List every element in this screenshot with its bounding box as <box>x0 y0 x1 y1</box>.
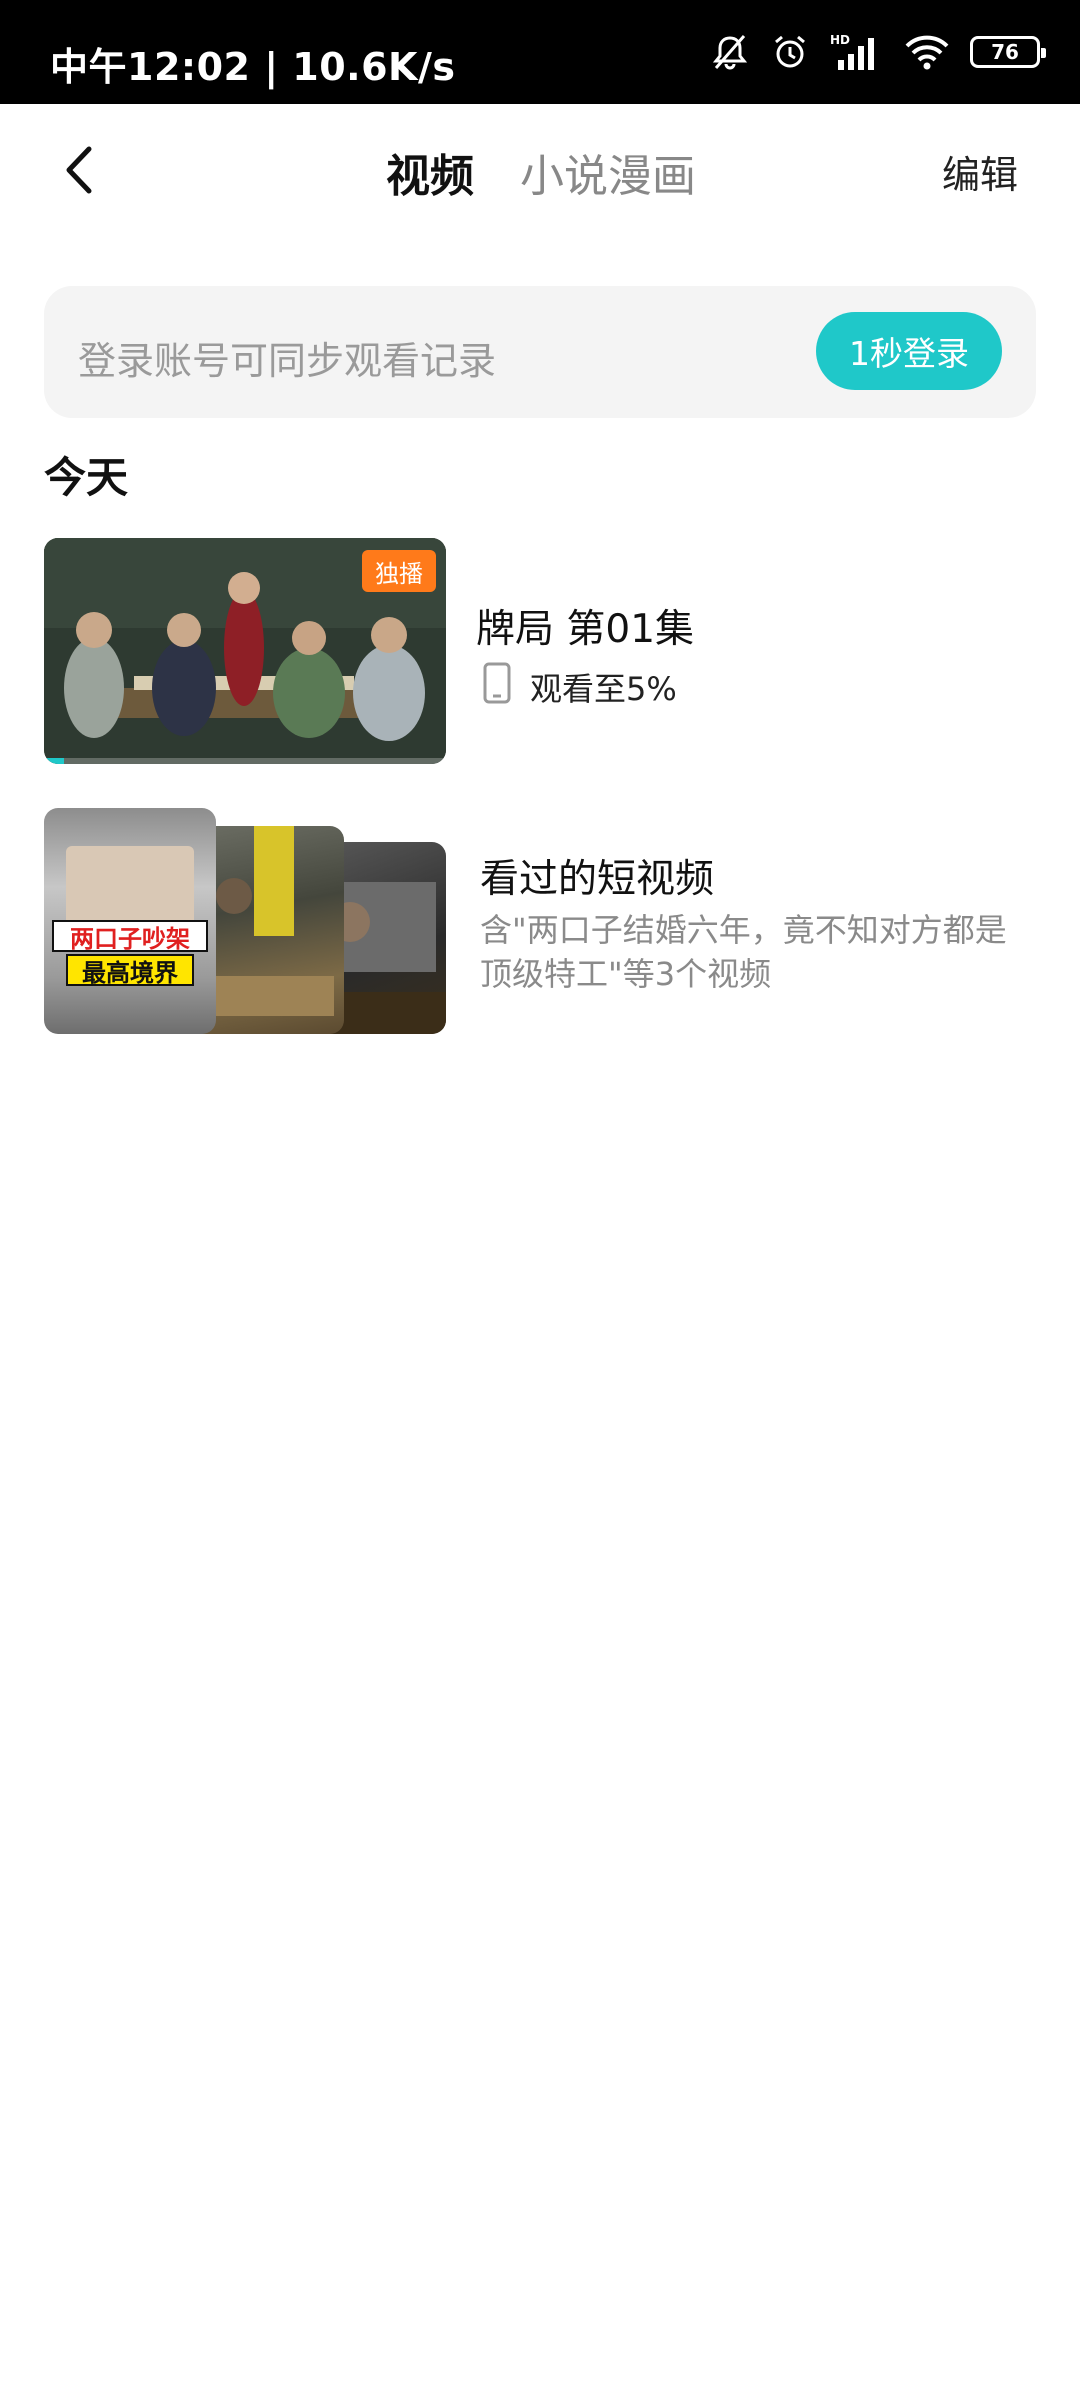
back-arrow-icon <box>66 146 92 194</box>
history-item-short-videos[interactable]: 两口子吵架 最高境界 看过的短视频 含"两口子结婚六年，竟不知对方都是顶级特工"… <box>44 808 1036 1034</box>
status-icons: HD 76 <box>710 26 1046 78</box>
login-prompt-text: 登录账号可同步观看记录 <box>78 339 497 383</box>
section-title-today: 今天 <box>44 453 129 502</box>
tab-video[interactable]: 视频 <box>386 140 474 204</box>
cover-caption-line2: 最高境界 <box>66 954 194 987</box>
svg-text:HD: HD <box>830 33 850 47</box>
cover-caption-line1: 两口子吵架 <box>52 920 208 953</box>
short-video-cover-1: 两口子吵架 最高境界 <box>44 808 216 1034</box>
quick-login-button[interactable]: 1秒登录 <box>816 312 1002 390</box>
top-header: 视频 小说漫画 编辑 <box>0 104 1080 236</box>
short-videos-description: 含"两口子结婚六年，竟不知对方都是顶级特工"等3个视频 <box>480 911 1007 993</box>
mute-bell-icon <box>710 32 750 72</box>
edit-button[interactable]: 编辑 <box>942 144 1018 199</box>
login-banner: 登录账号可同步观看记录 1秒登录 <box>44 286 1036 418</box>
tab-bar: 视频 小说漫画 <box>386 140 696 204</box>
watch-progress-bar <box>44 758 446 764</box>
battery-level: 76 <box>991 40 1019 64</box>
phone-device-icon <box>482 662 512 708</box>
history-item-episode[interactable]: 独播 牌局 第01集 观看至5% <box>44 538 1036 764</box>
cover-photo <box>66 846 194 926</box>
alarm-icon <box>770 32 810 72</box>
wifi-icon <box>904 32 950 72</box>
battery-icon: 76 <box>970 36 1046 68</box>
episode-title: 牌局 第01集 <box>476 607 695 652</box>
status-time-speed: 中午12:02 | 10.6K/s <box>50 45 456 89</box>
short-videos-title: 看过的短视频 <box>480 857 715 902</box>
watch-progress-text: 观看至5% <box>530 670 677 708</box>
status-bar: 中午12:02 | 10.6K/s HD 76 <box>0 0 1080 104</box>
watch-progress-fill <box>44 758 65 764</box>
signal-icon: HD <box>830 32 884 72</box>
back-button[interactable] <box>50 140 106 200</box>
video-thumbnail: 独播 <box>44 538 446 764</box>
tab-novel-comic[interactable]: 小说漫画 <box>520 140 696 204</box>
exclusive-badge: 独播 <box>362 550 436 592</box>
